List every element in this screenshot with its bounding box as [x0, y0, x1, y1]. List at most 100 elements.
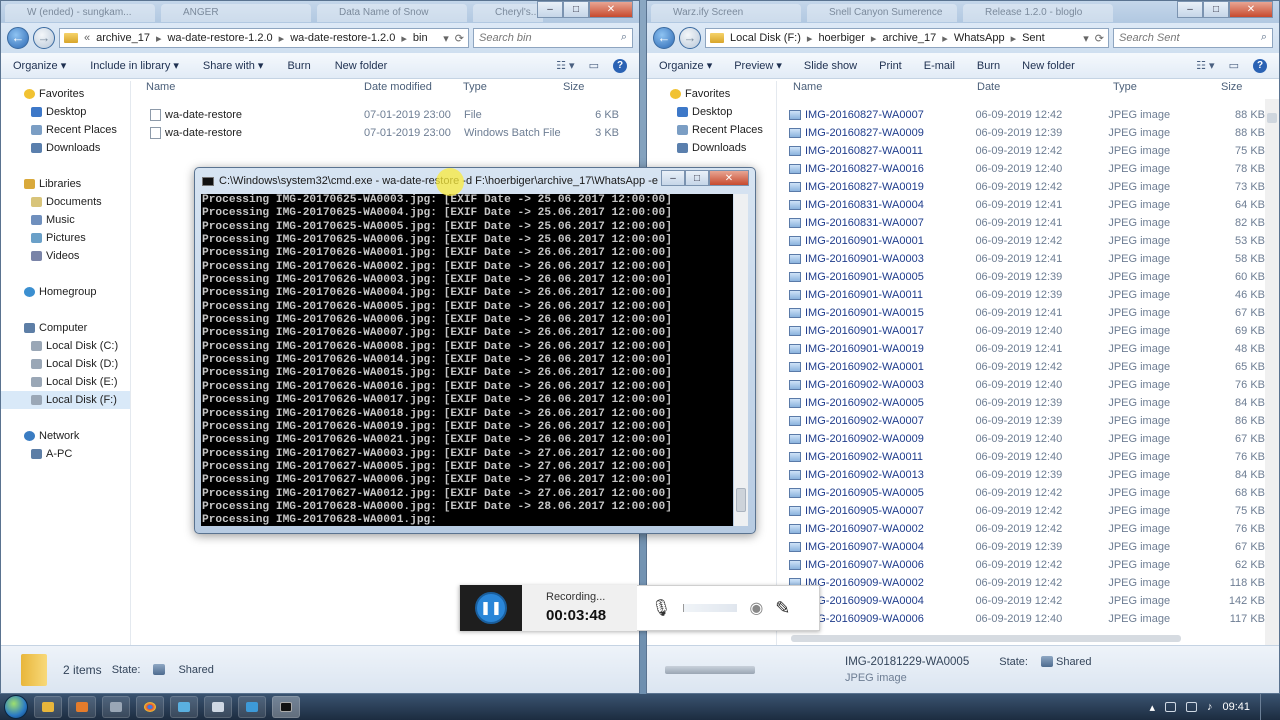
column-header-date[interactable]: Date [977, 81, 1113, 98]
nav-local-disk-c[interactable]: Local Disk (C:) [1, 337, 130, 355]
file-row[interactable]: IMG-20160901-WA0017 06-09-2019 12:40 JPEG … [785, 322, 1265, 340]
background-browser-tab[interactable]: Warz.ify Screen [651, 4, 801, 22]
action-center-icon[interactable] [1164, 702, 1176, 712]
cmd-titlebar[interactable]: C:\Windows\system32\cmd.exe - wa-date-re… [195, 168, 755, 194]
column-header-size[interactable]: Size [1221, 81, 1261, 98]
column-header-type[interactable]: Type [463, 81, 563, 98]
screen-recorder-widget[interactable]: ❚❚ Recording... 00:03:48 🎙 ◉ ✎ [459, 585, 820, 631]
show-desktop-button[interactable] [1260, 694, 1270, 720]
file-row[interactable]: IMG-20160902-WA0011 06-09-2019 12:40 JPEG … [785, 448, 1265, 466]
help-icon[interactable]: ? [613, 58, 627, 73]
nav-downloads[interactable]: Downloads [647, 139, 776, 157]
print-button[interactable]: Print [879, 60, 902, 72]
scrollbar-thumb[interactable] [1267, 113, 1277, 123]
maximize-button[interactable]: □ [685, 170, 709, 186]
nav-local-disk-e[interactable]: Local Disk (E:) [1, 373, 130, 391]
organize-button[interactable]: Organize ▾ [13, 59, 66, 72]
microphone-icon[interactable]: 🎙 [651, 598, 671, 618]
preview-button[interactable]: Preview ▾ [734, 59, 782, 72]
column-header-type[interactable]: Type [1113, 81, 1221, 98]
nav-desktop[interactable]: Desktop [1, 103, 130, 121]
taskbar-app[interactable] [204, 696, 232, 718]
share-with-button[interactable]: Share with ▾ [203, 59, 264, 72]
file-row[interactable]: IMG-20160901-WA0019 06-09-2019 12:41 JPEG … [785, 340, 1265, 358]
nav-libraries[interactable]: Libraries [1, 175, 130, 193]
breadcrumb-item[interactable]: wa-date-restore-1.2.0 [290, 32, 395, 44]
email-button[interactable]: E-mail [924, 60, 955, 72]
address-bar[interactable]: Local Disk (F:) ▸ hoerbiger ▸ archive_17… [705, 28, 1109, 48]
background-browser-tab[interactable]: Cheryl's... [473, 4, 543, 22]
refresh-icon[interactable]: ⟳ [1095, 32, 1104, 45]
file-row[interactable]: IMG-20160901-WA0015 06-09-2019 12:41 JPEG … [785, 304, 1265, 322]
background-browser-tab[interactable]: W (ended) - sungkam... [5, 4, 155, 22]
column-header-name[interactable]: Name [793, 81, 977, 98]
background-browser-tab[interactable]: Release 1.2.0 - bloglo [963, 4, 1113, 22]
breadcrumb-item[interactable]: hoerbiger [818, 32, 864, 44]
command-prompt-window[interactable]: C:\Windows\system32\cmd.exe - wa-date-re… [194, 167, 756, 534]
file-row[interactable]: IMG-20160827-WA0007 06-09-2019 12:42 JPEG … [785, 106, 1265, 124]
background-browser-tab[interactable]: Snell Canyon Sumerence [807, 4, 957, 22]
webcam-icon[interactable]: ◉ [749, 598, 763, 618]
file-row[interactable]: wa-date-restore 07-01-2019 23:00 File 6 … [132, 106, 639, 124]
window-titlebar[interactable]: W (ended) - sungkam... ANGER Data Name o… [1, 1, 639, 23]
chevron-right-icon[interactable]: ▸ [156, 32, 162, 45]
nav-computer[interactable]: Computer [1, 319, 130, 337]
background-browser-tab[interactable]: ANGER [161, 4, 311, 22]
nav-local-disk-d[interactable]: Local Disk (D:) [1, 355, 130, 373]
breadcrumb-item[interactable]: archive_17 [96, 32, 150, 44]
forward-button[interactable]: → [33, 27, 55, 49]
file-row[interactable]: IMG-20160827-WA0019 06-09-2019 12:42 JPEG … [785, 178, 1265, 196]
help-icon[interactable]: ? [1253, 58, 1267, 73]
file-row[interactable]: IMG-20160827-WA0016 06-09-2019 12:40 JPEG … [785, 160, 1265, 178]
taskbar-cmd[interactable] [272, 696, 300, 718]
forward-button[interactable]: → [679, 27, 701, 49]
organize-button[interactable]: Organize ▾ [659, 59, 712, 72]
chevron-right-icon[interactable]: ▸ [871, 32, 877, 45]
nav-favorites[interactable]: Favorites [647, 85, 776, 103]
file-row[interactable]: IMG-20160901-WA0005 06-09-2019 12:39 JPEG … [785, 268, 1265, 286]
chevron-right-icon[interactable]: ▸ [401, 32, 407, 45]
nav-music[interactable]: Music [1, 211, 130, 229]
file-row[interactable]: IMG-20160902-WA0003 06-09-2019 12:40 JPEG … [785, 376, 1265, 394]
nav-local-disk-f[interactable]: Local Disk (F:) [1, 391, 130, 409]
file-row[interactable]: IMG-20160827-WA0009 06-09-2019 12:39 JPEG … [785, 124, 1265, 142]
chevron-down-icon[interactable]: ▾ [443, 32, 449, 45]
file-row[interactable]: IMG-20160902-WA0001 06-09-2019 12:42 JPEG … [785, 358, 1265, 376]
nav-documents[interactable]: Documents [1, 193, 130, 211]
preview-pane-icon[interactable]: ▭ [589, 59, 599, 73]
pause-button[interactable]: ❚❚ [475, 592, 507, 624]
window-titlebar[interactable]: Warz.ify Screen Snell Canyon Sumerence R… [647, 1, 1279, 23]
nav-a-pc[interactable]: A-PC [1, 445, 130, 463]
file-row[interactable]: IMG-20160831-WA0004 06-09-2019 12:41 JPEG … [785, 196, 1265, 214]
volume-level[interactable] [683, 604, 738, 612]
chevron-down-icon[interactable]: ▾ [1083, 32, 1089, 45]
file-row[interactable]: IMG-20160902-WA0007 06-09-2019 12:39 JPEG … [785, 412, 1265, 430]
file-row[interactable]: IMG-20160907-WA0004 06-09-2019 12:39 JPEG … [785, 538, 1265, 556]
start-button[interactable] [4, 695, 28, 719]
nav-favorites[interactable]: Favorites [1, 85, 130, 103]
breadcrumb-item[interactable]: WhatsApp [954, 32, 1005, 44]
file-row[interactable]: IMG-20160901-WA0003 06-09-2019 12:41 JPEG … [785, 250, 1265, 268]
chevron-right-icon[interactable]: ▸ [807, 32, 813, 45]
file-row[interactable]: IMG-20160902-WA0013 06-09-2019 12:39 JPEG … [785, 466, 1265, 484]
nav-pictures[interactable]: Pictures [1, 229, 130, 247]
horizontal-scrollbar[interactable] [787, 633, 1265, 643]
maximize-button[interactable]: □ [1203, 1, 1229, 18]
column-header-date[interactable]: Date modified [364, 81, 463, 98]
taskbar-explorer[interactable] [34, 696, 62, 718]
file-row[interactable]: IMG-20160905-WA0005 06-09-2019 12:42 JPEG … [785, 484, 1265, 502]
preview-pane-icon[interactable]: ▭ [1229, 59, 1239, 73]
new-folder-button[interactable]: New folder [335, 60, 388, 72]
close-button[interactable]: ✕ [709, 170, 749, 186]
nav-desktop[interactable]: Desktop [647, 103, 776, 121]
console-scrollbar[interactable] [734, 194, 748, 526]
search-icon[interactable]: ⌕ [1261, 31, 1267, 44]
nav-recent-places[interactable]: Recent Places [1, 121, 130, 139]
close-button[interactable]: ✕ [1229, 1, 1273, 18]
console-output[interactable]: Processing IMG-20170625-WA0003.jpg: [EXI… [201, 194, 733, 526]
view-options-icon[interactable]: ☷ ▾ [556, 59, 574, 73]
taskbar-chrome[interactable] [136, 696, 164, 718]
new-folder-button[interactable]: New folder [1022, 60, 1075, 72]
pen-icon[interactable]: ✎ [775, 598, 790, 619]
close-button[interactable]: ✕ [589, 1, 633, 18]
